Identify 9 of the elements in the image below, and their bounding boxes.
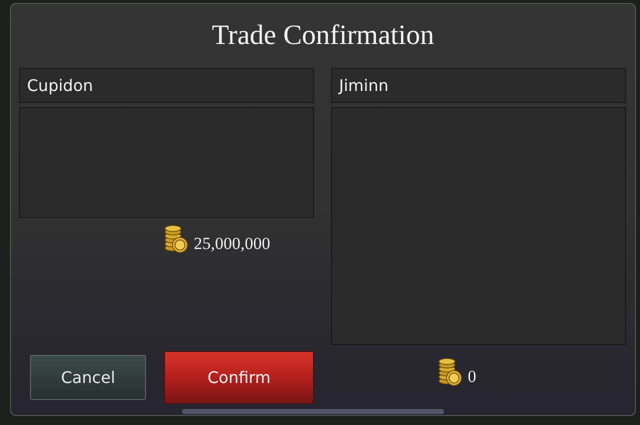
dialog-title: Trade Confirmation [212,19,434,53]
currency-amount: 25,000,000 [194,235,270,252]
coin-stack-icon [436,357,463,387]
cancel-button[interactable]: Cancel [30,355,146,400]
coin-stack-icon [162,224,189,254]
player-name-bar: Jiminn [331,68,626,103]
currency-amount: 0 [468,368,476,385]
player-name-bar: Cupidon [19,68,314,103]
confirm-button[interactable]: Confirm [164,351,314,404]
